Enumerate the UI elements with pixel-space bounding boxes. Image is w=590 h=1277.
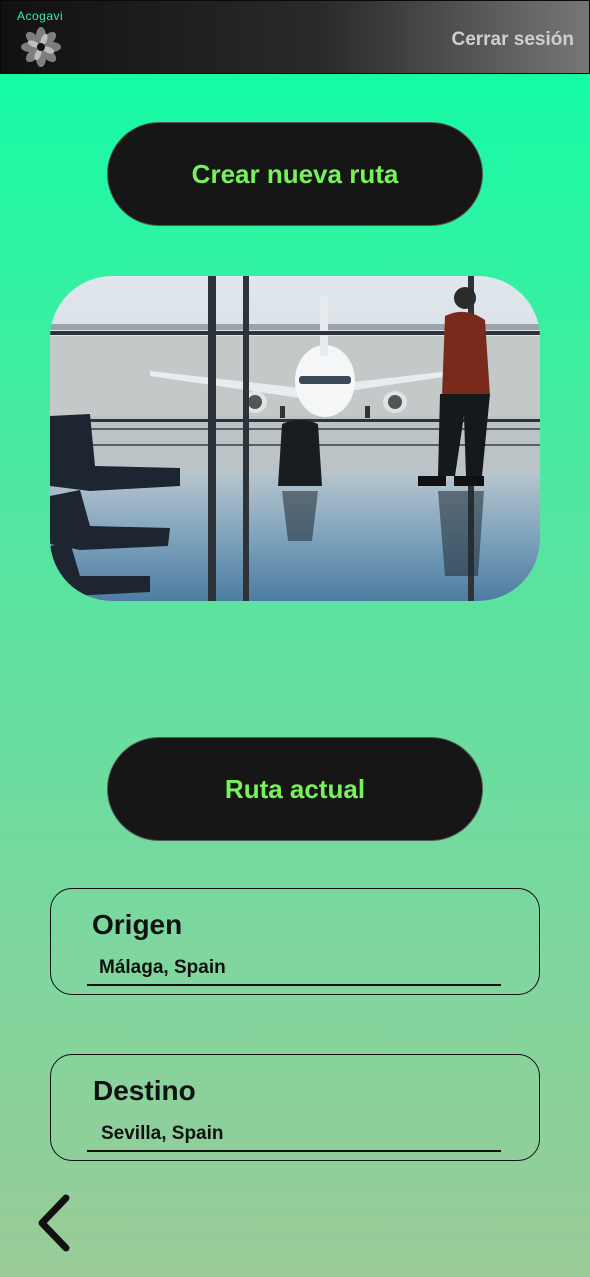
flower-logo-icon: [21, 27, 61, 67]
airport-photo: [50, 276, 540, 601]
create-route-button[interactable]: Crear nueva ruta: [107, 122, 483, 226]
logout-link[interactable]: Cerrar sesión: [451, 29, 574, 51]
top-bar: Acogavi Cerrar sesión: [0, 0, 590, 74]
destination-field[interactable]: Destino Sevilla, Spain: [50, 1054, 540, 1161]
destination-underline: [87, 1150, 501, 1152]
destination-value: Sevilla, Spain: [101, 1123, 224, 1144]
destination-label: Destino: [93, 1075, 196, 1106]
current-route-heading: Ruta actual: [107, 737, 483, 841]
origin-field[interactable]: Origen Málaga, Spain: [50, 888, 540, 995]
origin-underline: [87, 984, 501, 986]
origin-label: Origen: [92, 909, 183, 940]
chevron-left-icon[interactable]: [30, 1190, 80, 1256]
origin-value: Málaga, Spain: [99, 957, 226, 978]
brand-name: Acogavi: [17, 9, 64, 23]
